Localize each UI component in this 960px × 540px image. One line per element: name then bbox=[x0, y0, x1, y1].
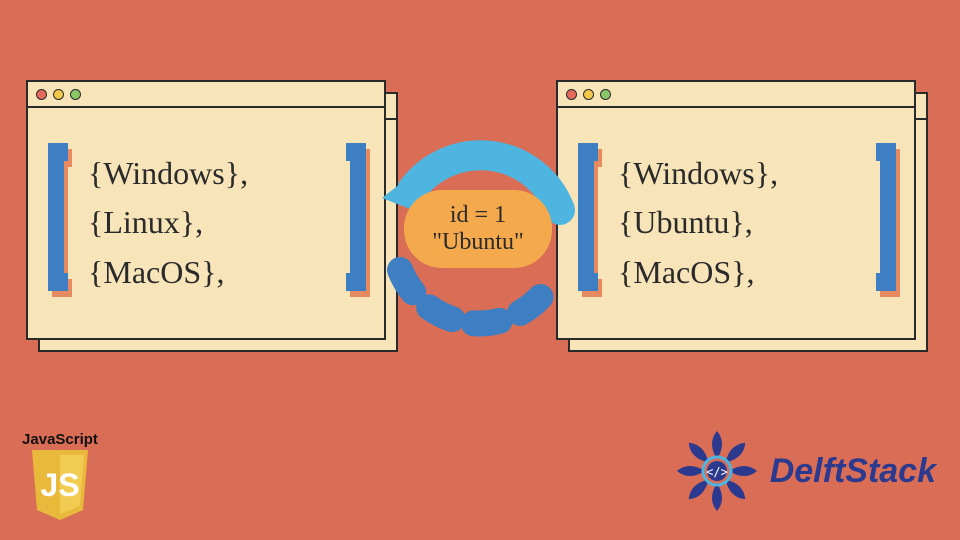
brand-mandala-icon: </> bbox=[672, 426, 762, 516]
titlebar bbox=[558, 82, 914, 108]
bracket-open-icon bbox=[42, 143, 76, 303]
minimize-icon bbox=[583, 89, 594, 100]
js-initials: JS bbox=[40, 467, 79, 503]
close-icon bbox=[566, 89, 577, 100]
javascript-label: JavaScript bbox=[18, 431, 102, 448]
bracket-close-icon bbox=[336, 143, 370, 303]
update-badge: id = 1 "Ubuntu" bbox=[404, 190, 552, 268]
bracket-close-icon bbox=[866, 143, 900, 303]
maximize-icon bbox=[70, 89, 81, 100]
array-item: {Windows}, bbox=[88, 149, 324, 199]
array-items-left: {Windows}, {Linux}, {MacOS}, bbox=[88, 149, 324, 298]
array-item: {Windows}, bbox=[618, 149, 854, 199]
window-content: {Windows}, {Linux}, {MacOS}, bbox=[28, 108, 384, 338]
array-item: {Ubuntu}, bbox=[618, 198, 854, 248]
badge-line-2: "Ubuntu" bbox=[432, 229, 524, 256]
javascript-logo: JavaScript JS bbox=[18, 431, 102, 522]
window-front: {Windows}, {Ubuntu}, {MacOS}, bbox=[556, 80, 916, 340]
minimize-icon bbox=[53, 89, 64, 100]
javascript-shield-icon: JS bbox=[28, 450, 92, 522]
maximize-icon bbox=[600, 89, 611, 100]
array-item: {MacOS}, bbox=[88, 248, 324, 298]
window-content: {Windows}, {Ubuntu}, {MacOS}, bbox=[558, 108, 914, 338]
window-stack-left: {Windows}, {Linux}, {MacOS}, bbox=[26, 80, 386, 340]
brand-logo: </> DelftStack bbox=[672, 426, 936, 516]
array-items-right: {Windows}, {Ubuntu}, {MacOS}, bbox=[618, 149, 854, 298]
badge-line-1: id = 1 bbox=[450, 202, 506, 229]
window-stack-right: {Windows}, {Ubuntu}, {MacOS}, bbox=[556, 80, 916, 340]
close-icon bbox=[36, 89, 47, 100]
brand-name: DelftStack bbox=[770, 452, 936, 491]
titlebar bbox=[28, 82, 384, 108]
array-item: {Linux}, bbox=[88, 198, 324, 248]
window-front: {Windows}, {Linux}, {MacOS}, bbox=[26, 80, 386, 340]
array-item: {MacOS}, bbox=[618, 248, 854, 298]
svg-text:</>: </> bbox=[706, 465, 728, 479]
